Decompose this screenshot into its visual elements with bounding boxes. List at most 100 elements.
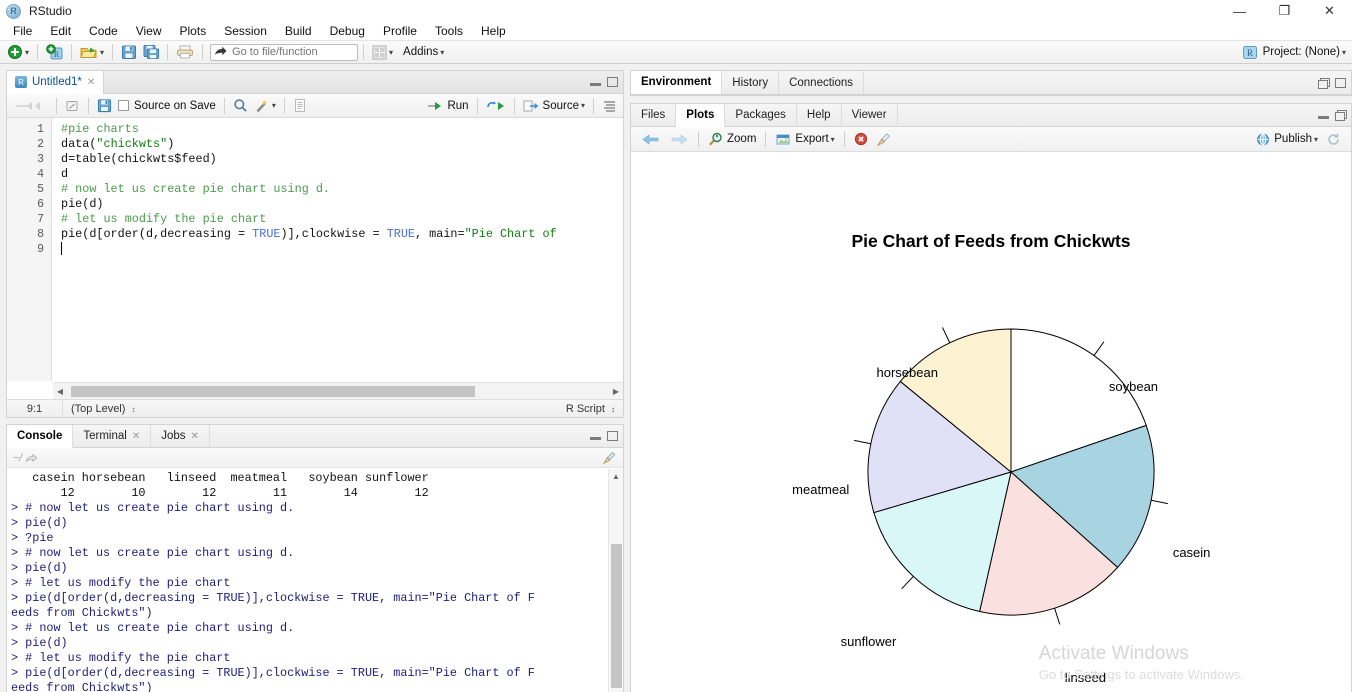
- code-line[interactable]: pie(d[order(d,decreasing = TRUE)],clockw…: [53, 227, 623, 242]
- close-icon[interactable]: ✕: [1307, 0, 1352, 22]
- tab-terminal[interactable]: Terminal ✕: [73, 424, 152, 448]
- code-line[interactable]: d=table(chickwts$feed): [53, 152, 623, 167]
- menu-item-debug[interactable]: Debug: [321, 22, 374, 41]
- close-icon[interactable]: ✕: [191, 431, 199, 442]
- plot-forward-button[interactable]: [665, 129, 693, 149]
- plot-zoom-button[interactable]: Zoom: [704, 129, 760, 149]
- plot-remove-button[interactable]: [850, 129, 872, 149]
- goto-file-input[interactable]: [232, 46, 353, 58]
- console-scrollbar[interactable]: ▲: [608, 469, 623, 692]
- chevron-down-icon[interactable]: ▾: [581, 101, 585, 110]
- goto-file-function-box[interactable]: [210, 43, 359, 61]
- project-selector[interactable]: R Project: (None) ▾: [1242, 45, 1352, 60]
- minimize-pane-icon[interactable]: [590, 77, 601, 87]
- minimize-pane-icon[interactable]: [1318, 110, 1329, 120]
- save-button[interactable]: [118, 42, 140, 62]
- tab-history[interactable]: History: [722, 71, 780, 94]
- scroll-track[interactable]: [67, 385, 609, 398]
- editor-horizontal-scrollbar[interactable]: ◀ ▶: [53, 382, 623, 399]
- menu-item-help[interactable]: Help: [472, 22, 515, 41]
- chevron-down-icon[interactable]: ▾: [272, 101, 276, 110]
- rerun-button[interactable]: [483, 96, 509, 116]
- code-line[interactable]: data("chickwts"): [53, 137, 623, 152]
- tab-plots[interactable]: Plots: [676, 103, 726, 127]
- plot-clear-all-button[interactable]: [872, 129, 896, 149]
- plot-publish-button[interactable]: Publish ▾: [1251, 129, 1322, 149]
- scroll-up-icon[interactable]: ▲: [609, 469, 623, 484]
- tab-connections[interactable]: Connections: [779, 71, 865, 94]
- menu-item-edit[interactable]: Edit: [41, 22, 80, 41]
- addins-button[interactable]: Addins ▾: [396, 42, 447, 62]
- code-line[interactable]: #pie charts: [53, 122, 623, 137]
- chevron-down-icon[interactable]: ▾: [389, 48, 393, 57]
- close-icon[interactable]: ✕: [132, 431, 140, 442]
- code-line[interactable]: d: [53, 167, 623, 182]
- source-tab-untitled1[interactable]: R Untitled1* ✕: [7, 70, 105, 94]
- chevron-down-icon[interactable]: ▾: [1342, 48, 1346, 57]
- menu-item-code[interactable]: Code: [80, 22, 127, 41]
- chevron-down-icon[interactable]: ▾: [440, 48, 444, 57]
- tab-packages[interactable]: Packages: [725, 103, 797, 127]
- restore-pane-icon[interactable]: [1335, 110, 1347, 121]
- scroll-right-icon[interactable]: ▶: [609, 387, 623, 396]
- back-forward-nav[interactable]: [11, 96, 51, 116]
- console-output[interactable]: casein horsebean linseed meatmeal soybea…: [7, 469, 608, 692]
- menu-item-file[interactable]: File: [4, 22, 41, 41]
- save-document-button[interactable]: [94, 96, 115, 116]
- source-on-save-toggle[interactable]: Source on Save: [115, 96, 219, 116]
- source-on-save-checkbox[interactable]: [118, 100, 129, 111]
- plot-export-button[interactable]: Export ▾: [771, 129, 838, 149]
- print-button[interactable]: [173, 42, 197, 62]
- tab-viewer[interactable]: Viewer: [842, 103, 898, 127]
- source-run-button[interactable]: Source ▾: [520, 96, 588, 116]
- workspace-panes-button[interactable]: ▾: [369, 42, 396, 62]
- save-all-button[interactable]: [140, 42, 162, 62]
- menu-item-session[interactable]: Session: [215, 22, 276, 41]
- tab-files[interactable]: Files: [631, 103, 677, 127]
- tab-help[interactable]: Help: [797, 103, 842, 127]
- code-line[interactable]: pie(d): [53, 197, 623, 212]
- scroll-thumb[interactable]: [71, 385, 475, 397]
- new-file-button[interactable]: ▾: [4, 42, 32, 62]
- file-type-selector[interactable]: R Script ↕: [566, 403, 623, 415]
- plot-back-button[interactable]: [637, 129, 665, 149]
- minimize-pane-icon[interactable]: [590, 431, 601, 441]
- code-line[interactable]: [53, 242, 623, 258]
- plot-refresh-button[interactable]: [1322, 129, 1345, 149]
- code-tools-button[interactable]: ▾: [251, 96, 279, 116]
- updown-icon[interactable]: ↕: [131, 405, 135, 414]
- new-project-button[interactable]: R: [43, 42, 66, 62]
- menu-item-view[interactable]: View: [127, 22, 171, 41]
- scroll-left-icon[interactable]: ◀: [53, 387, 67, 396]
- compile-report-button[interactable]: [290, 96, 310, 116]
- maximize-pane-icon[interactable]: [607, 431, 618, 441]
- updown-icon[interactable]: ↕: [611, 405, 615, 414]
- chevron-down-icon[interactable]: ▾: [1314, 135, 1318, 144]
- find-replace-button[interactable]: [230, 96, 251, 116]
- open-file-button[interactable]: ▾: [77, 42, 107, 62]
- restore-pane-icon[interactable]: [1318, 77, 1330, 89]
- close-icon[interactable]: ✕: [87, 77, 95, 88]
- tab-environment[interactable]: Environment: [631, 71, 723, 94]
- working-directory-label[interactable]: ~/: [13, 452, 22, 464]
- maximize-restore-icon[interactable]: ❐: [1262, 0, 1307, 22]
- run-button[interactable]: Run: [424, 96, 471, 116]
- tab-jobs[interactable]: Jobs ✕: [151, 424, 210, 448]
- tab-console[interactable]: Console: [7, 424, 74, 448]
- menu-item-build[interactable]: Build: [276, 22, 321, 41]
- code-line[interactable]: # now let us create pie chart using d.: [53, 182, 623, 197]
- chevron-down-icon[interactable]: ▾: [831, 135, 835, 144]
- maximize-pane-icon[interactable]: [607, 77, 618, 87]
- show-doc-outline-button[interactable]: [62, 96, 83, 116]
- menu-item-plots[interactable]: Plots: [171, 22, 216, 41]
- chevron-down-icon[interactable]: ▾: [100, 48, 104, 57]
- chevron-down-icon[interactable]: ▾: [25, 48, 29, 57]
- clear-console-button[interactable]: [602, 450, 617, 465]
- minimize-icon[interactable]: —: [1217, 0, 1262, 22]
- menu-item-tools[interactable]: Tools: [426, 22, 472, 41]
- maximize-pane-icon[interactable]: [1335, 77, 1346, 88]
- scroll-thumb[interactable]: [611, 544, 622, 688]
- view-in-pane-icon[interactable]: [25, 452, 38, 464]
- code-line[interactable]: # let us modify the pie chart: [53, 212, 623, 227]
- document-outline-button[interactable]: [599, 96, 620, 116]
